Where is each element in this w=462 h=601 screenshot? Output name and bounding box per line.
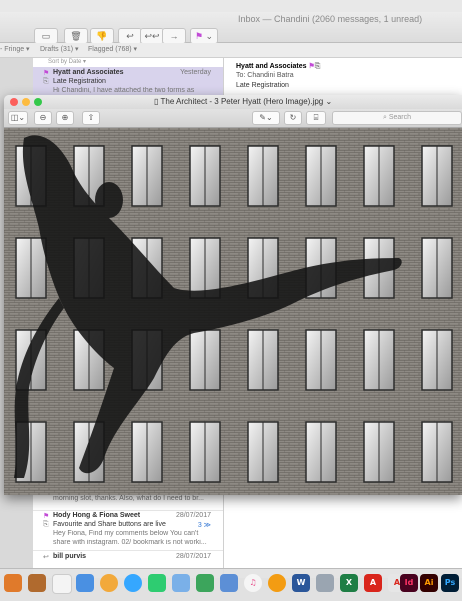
message-row-partial[interactable]: morning slot, thanks. Also, what do I ne… (33, 495, 223, 505)
message-subject: Late Registration (53, 78, 106, 85)
message-preview: Hi Chandini, I have attached the two for… (53, 87, 195, 94)
zoom-out-icon: ⊖ (39, 113, 47, 122)
message-preview: Hey Fiona, Find my comments below You ca… (53, 530, 199, 537)
app-icon-1[interactable] (4, 574, 22, 592)
share-button[interactable]: ⇧ (82, 111, 100, 125)
reply-all-button[interactable]: ↩↩ (140, 28, 164, 44)
illustrator-icon[interactable]: Ai (420, 574, 438, 592)
search-icon: ⌕ (382, 114, 387, 121)
facetime-icon[interactable] (148, 574, 166, 592)
attachment-icon: ⎘ (43, 521, 49, 528)
reply-button[interactable]: ↩ (118, 28, 142, 44)
app-icon-3[interactable] (268, 574, 286, 592)
flag-icon: ⚑ (43, 70, 50, 77)
excel-icon[interactable]: X (340, 574, 358, 592)
favorite-flagged[interactable]: Flagged (768) ▾ (88, 45, 137, 53)
reply-icon: ↩ (43, 554, 49, 561)
photos-icon[interactable] (100, 574, 118, 592)
archive-icon: ▭ (41, 31, 51, 41)
favorite-drafts[interactable]: Drafts (31) ▾ (40, 45, 79, 53)
message-subject: Favourite and Share buttons are live (53, 521, 166, 528)
reply-icon: ↩ (126, 31, 134, 41)
sort-by-date-button[interactable]: Sort by Date ▾ (48, 58, 86, 65)
message-from: Hody Hong & Fiona Sweet (53, 512, 141, 519)
message-from: Hyatt and Associates (53, 69, 124, 76)
pen-icon: ✎⌄ (259, 113, 273, 122)
sidebar-toggle-button[interactable]: ◫⌄ (8, 111, 28, 125)
attachment-icon: ⎘ (314, 63, 321, 70)
message-preview: morning slot, thanks. Also, what do I ne… (53, 495, 204, 502)
flag-icon: ⚑ (43, 513, 50, 520)
dock: ♫ W X A A Id Ai Ps (0, 568, 462, 601)
message-date: Yesterday (180, 69, 211, 76)
flag-menu-button[interactable]: ⚑ ⌄ (190, 28, 218, 44)
message-from: bill purvis (53, 553, 87, 560)
document-icon: ▯ (154, 97, 159, 106)
zoom-out-button[interactable]: ⊖ (34, 111, 52, 125)
junk-button[interactable]: 👎 (90, 28, 114, 44)
itunes-icon[interactable]: ♫ (244, 574, 262, 592)
trash-icon: 🗑 (70, 31, 82, 41)
app-icon-4[interactable] (316, 574, 334, 592)
numbers-icon[interactable] (196, 574, 214, 592)
indesign-icon[interactable]: Id (400, 574, 418, 592)
thread-count-badge: 3 ≫ (197, 522, 211, 529)
notes-icon[interactable] (28, 574, 46, 592)
acrobat-icon[interactable]: A (364, 574, 382, 592)
preview-search-input[interactable]: ⌕ Search (332, 111, 462, 125)
mail-window-title: Inbox — Chandini (2060 messages, 1 unrea… (238, 14, 423, 24)
flag-icon: ⚑ (194, 31, 204, 41)
message-row-bill[interactable]: ↩ bill purvis 28/07/2017 (33, 550, 223, 565)
favorites-bar: - Fringe ▾ Drafts (31) ▾ Flagged (768) ▾ (0, 43, 462, 58)
mail-toolbar: Inbox — Chandini (2060 messages, 1 unrea… (0, 12, 462, 44)
word-icon[interactable]: W (292, 574, 310, 592)
image-preview-window: ▯ The Architect - 3 Peter Hyatt (Hero Im… (4, 95, 462, 495)
app-icon-2[interactable] (172, 574, 190, 592)
message-row-hody[interactable]: ⚑ Hody Hong & Fiona Sweet 28/07/2017 ⎘ F… (33, 510, 223, 547)
detail-from: Hyatt and Associates ⚑⎘ (236, 63, 321, 70)
preview-toolbar: ◫⌄ ⊖ ⊕ ⇧ ✎⌄ ↻ ⌸ ⌕ Search (4, 109, 462, 128)
reply-all-icon: ↩↩ (144, 31, 160, 41)
preview-app-icon[interactable] (76, 574, 94, 592)
attachment-icon: ⎘ (43, 78, 49, 85)
zoom-in-icon: ⊕ (61, 113, 69, 122)
preview-title-bar[interactable]: ▯ The Architect - 3 Peter Hyatt (Hero Im… (4, 95, 462, 109)
message-preview-2: share with instagram. 02/ bookmark is no… (53, 539, 207, 546)
keynote-icon[interactable] (220, 574, 238, 592)
photoshop-icon[interactable]: Ps (441, 574, 459, 592)
detail-to: To: Chandini Batra (236, 72, 294, 79)
message-date: 28/07/2017 (175, 512, 211, 519)
messages-icon[interactable] (124, 574, 142, 592)
sidebar-icon: ◫⌄ (10, 113, 26, 122)
markup-button[interactable]: ✎⌄ (252, 111, 280, 125)
forward-button[interactable]: → (162, 28, 186, 44)
toolbox-icon: ⌸ (313, 113, 319, 122)
rotate-button[interactable]: ↻ (284, 111, 302, 125)
thumbs-down-icon: 👎 (96, 31, 108, 41)
toolbox-button[interactable]: ⌸ (306, 111, 326, 125)
share-icon: ⇧ (87, 113, 95, 122)
archive-button[interactable]: ▭ (34, 28, 58, 44)
detail-subject: Late Registration (236, 82, 289, 89)
architect-hero-image (4, 128, 462, 495)
minimize-icon[interactable] (22, 98, 30, 106)
close-icon[interactable] (10, 98, 18, 106)
forward-icon: → (169, 31, 179, 41)
zoom-icon[interactable] (34, 98, 42, 106)
favorite-fringe[interactable]: - Fringe ▾ (0, 45, 30, 53)
delete-button[interactable]: 🗑 (64, 28, 88, 44)
reminders-icon[interactable] (52, 574, 72, 594)
zoom-in-button[interactable]: ⊕ (56, 111, 74, 125)
rotate-icon: ↻ (289, 113, 297, 122)
preview-window-title: ▯ The Architect - 3 Peter Hyatt (Hero Im… (154, 97, 333, 106)
message-date: 28/07/2017 (175, 553, 211, 560)
